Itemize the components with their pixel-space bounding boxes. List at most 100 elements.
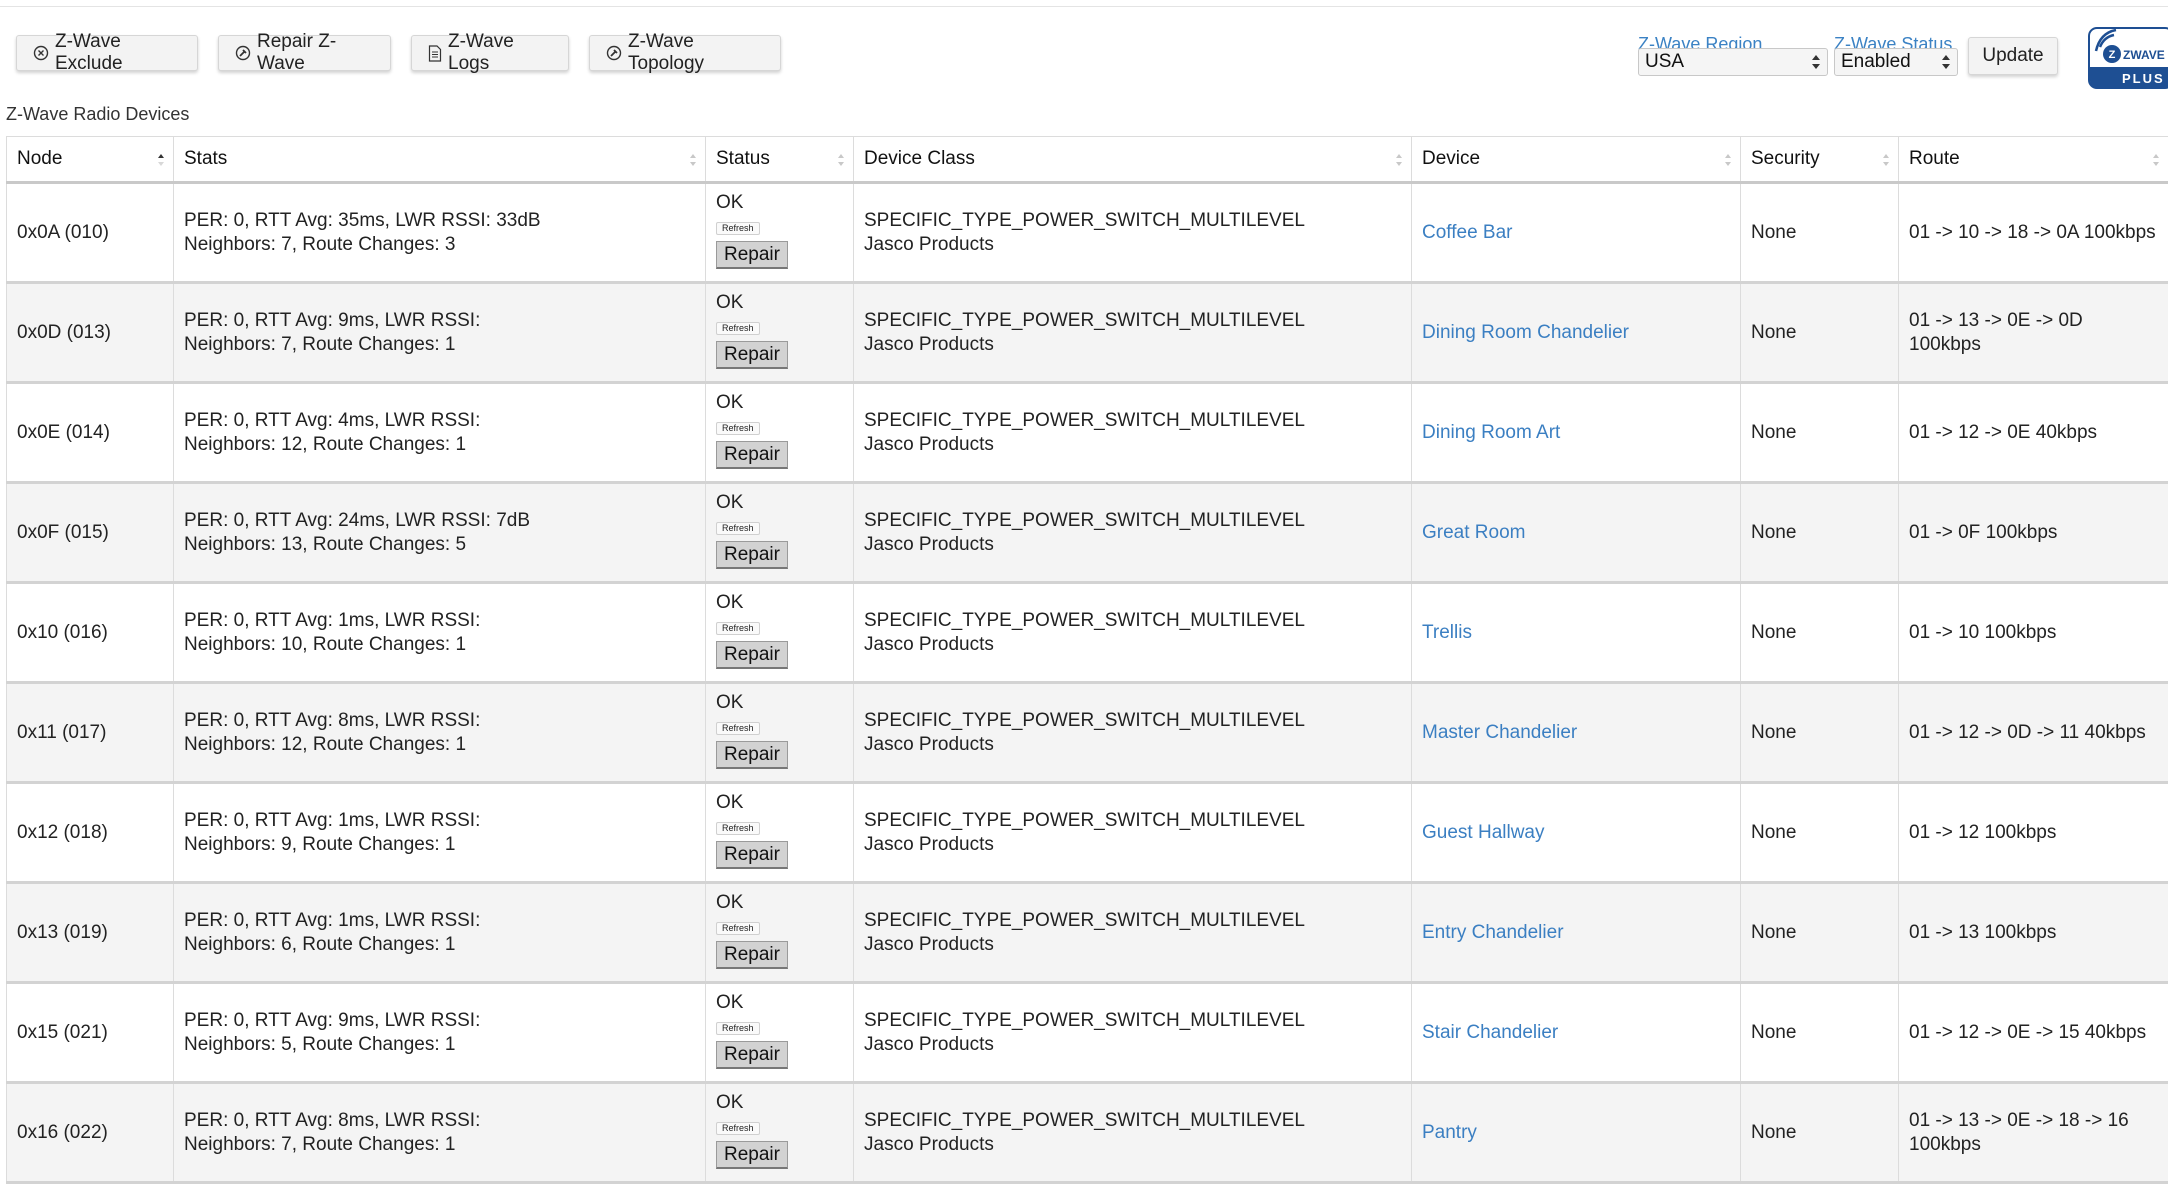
refresh-button[interactable]: Refresh [716, 922, 760, 935]
device-class-cell: SPECIFIC_TYPE_POWER_SWITCH_MULTILEVEL Jas… [853, 282, 1412, 384]
status-text: OK [716, 292, 744, 313]
table-row: 0x0D (013) PER: 0, RTT Avg: 9ms, LWR RSS… [6, 282, 2168, 384]
refresh-button[interactable]: Refresh [716, 722, 760, 735]
zwave-exclude-button[interactable]: Z-Wave Exclude [16, 31, 198, 74]
column-header-stats[interactable]: Stats [173, 136, 706, 184]
node-cell: 0x10 (016) [6, 582, 174, 684]
repair-button[interactable]: Repair [716, 441, 788, 469]
zwave-topology-label: Z-Wave Topology [628, 31, 705, 74]
zwave-region-select[interactable]: USA [1638, 48, 1828, 76]
device-cell: Dining Room Art [1411, 382, 1741, 484]
column-header-device-class[interactable]: Device Class [853, 136, 1412, 184]
refresh-button[interactable]: Refresh [716, 1022, 760, 1035]
sort-icon [838, 154, 844, 166]
column-header-node[interactable]: Node [6, 136, 174, 184]
table-row: 0x0E (014) PER: 0, RTT Avg: 4ms, LWR RSS… [6, 382, 2168, 484]
zwave-status-select[interactable]: Enabled [1834, 48, 1958, 76]
device-cell: Great Room [1411, 482, 1741, 584]
repair-button[interactable]: Repair [716, 641, 788, 669]
status-text: OK [716, 192, 744, 213]
device-class-cell: SPECIFIC_TYPE_POWER_SWITCH_MULTILEVEL Jas… [853, 1082, 1412, 1184]
update-button[interactable]: Update [1968, 37, 2058, 75]
route-cell: 01 -> 0F 100kbps [1898, 482, 2168, 584]
node-cell: 0x0D (013) [6, 282, 174, 384]
sort-icon [1396, 154, 1402, 166]
status-text: OK [716, 892, 744, 913]
device-link[interactable]: Dining Room Art [1422, 422, 1560, 443]
security-cell: None [1740, 482, 1899, 584]
zwave-exclude-label: Z-Wave Exclude [55, 31, 123, 74]
repair-button[interactable]: Repair [716, 941, 788, 969]
refresh-button[interactable]: Refresh [716, 522, 760, 535]
refresh-button[interactable]: Refresh [716, 422, 760, 435]
status-cell: OK Refresh Repair [705, 582, 854, 684]
stats-cell: PER: 0, RTT Avg: 9ms, LWR RSSI: Neighbors… [173, 282, 706, 384]
column-header-device[interactable]: Device [1411, 136, 1741, 184]
stats-cell: PER: 0, RTT Avg: 4ms, LWR RSSI: Neighbors… [173, 382, 706, 484]
repair-button[interactable]: Repair [716, 741, 788, 769]
repair-button[interactable]: Repair [716, 541, 788, 569]
security-cell: None [1740, 382, 1899, 484]
device-class-cell: SPECIFIC_TYPE_POWER_SWITCH_MULTILEVEL Jas… [853, 682, 1412, 784]
refresh-button[interactable]: Refresh [716, 822, 760, 835]
device-cell: Coffee Bar [1411, 182, 1741, 284]
repair-button[interactable]: Repair [716, 241, 788, 269]
node-cell: 0x13 (019) [6, 882, 174, 984]
table-row: 0x12 (018) PER: 0, RTT Avg: 1ms, LWR RSS… [6, 782, 2168, 884]
table-row: 0x0F (015) PER: 0, RTT Avg: 24ms, LWR RS… [6, 482, 2168, 584]
table-row: 0x16 (022) PER: 0, RTT Avg: 8ms, LWR RSS… [6, 1082, 2168, 1184]
security-cell: None [1740, 282, 1899, 384]
repair-button[interactable]: Repair [716, 341, 788, 369]
status-text: OK [716, 692, 744, 713]
refresh-button[interactable]: Refresh [716, 322, 760, 335]
route-cell: 01 -> 10 -> 18 -> 0A 100kbps [1898, 182, 2168, 284]
refresh-button[interactable]: Refresh [716, 622, 760, 635]
device-link[interactable]: Stair Chandelier [1422, 1022, 1558, 1043]
sort-ascending-icon [158, 154, 164, 166]
status-cell: OK Refresh Repair [705, 882, 854, 984]
zwave-logs-button[interactable]: Z-Wave Logs [411, 31, 569, 74]
zwave-status-value: Enabled [1841, 51, 1911, 72]
stats-cell: PER: 0, RTT Avg: 8ms, LWR RSSI: Neighbors… [173, 1082, 706, 1184]
status-cell: OK Refresh Repair [705, 382, 854, 484]
zwave-plus-logo: Z ZWAVE PLUS [2088, 27, 2168, 89]
stats-cell: PER: 0, RTT Avg: 1ms, LWR RSSI: Neighbors… [173, 782, 706, 884]
device-link[interactable]: Master Chandelier [1422, 722, 1577, 743]
device-link[interactable]: Dining Room Chandelier [1422, 322, 1629, 343]
status-text: OK [716, 392, 744, 413]
route-cell: 01 -> 12 -> 0D -> 11 40kbps [1898, 682, 2168, 784]
device-cell: Pantry [1411, 1082, 1741, 1184]
repair-button[interactable]: Repair [716, 1041, 788, 1069]
repair-zwave-button[interactable]: Repair Z-Wave [218, 31, 391, 74]
status-cell: OK Refresh Repair [705, 182, 854, 284]
device-class-cell: SPECIFIC_TYPE_POWER_SWITCH_MULTILEVEL Jas… [853, 382, 1412, 484]
node-cell: 0x0F (015) [6, 482, 174, 584]
device-class-cell: SPECIFIC_TYPE_POWER_SWITCH_MULTILEVEL Jas… [853, 782, 1412, 884]
repair-button[interactable]: Repair [716, 1141, 788, 1169]
refresh-button[interactable]: Refresh [716, 222, 760, 235]
device-link[interactable]: Entry Chandelier [1422, 922, 1564, 943]
status-text: OK [716, 792, 744, 813]
device-link[interactable]: Coffee Bar [1422, 222, 1512, 243]
device-link[interactable]: Trellis [1422, 622, 1472, 643]
column-header-status[interactable]: Status [705, 136, 854, 184]
select-arrows-icon [1812, 55, 1820, 69]
route-cell: 01 -> 12 -> 0E -> 15 40kbps [1898, 982, 2168, 1084]
table-header-row: Node Stats Status Device Class Device Se… [6, 136, 2168, 184]
route-cell: 01 -> 12 100kbps [1898, 782, 2168, 884]
zwave-region-value: USA [1645, 51, 1685, 72]
refresh-button[interactable]: Refresh [716, 1122, 760, 1135]
column-header-route[interactable]: Route [1898, 136, 2168, 184]
device-cell: Dining Room Chandelier [1411, 282, 1741, 384]
repair-button[interactable]: Repair [716, 841, 788, 869]
node-cell: 0x12 (018) [6, 782, 174, 884]
route-cell: 01 -> 10 100kbps [1898, 582, 2168, 684]
device-link[interactable]: Great Room [1422, 522, 1525, 543]
column-header-security[interactable]: Security [1740, 136, 1899, 184]
zwave-logs-label: Z-Wave Logs [448, 31, 514, 74]
status-cell: OK Refresh Repair [705, 782, 854, 884]
zwave-topology-button[interactable]: Z-Wave Topology [589, 31, 781, 74]
security-cell: None [1740, 782, 1899, 884]
device-link[interactable]: Guest Hallway [1422, 822, 1545, 843]
device-link[interactable]: Pantry [1422, 1122, 1477, 1143]
